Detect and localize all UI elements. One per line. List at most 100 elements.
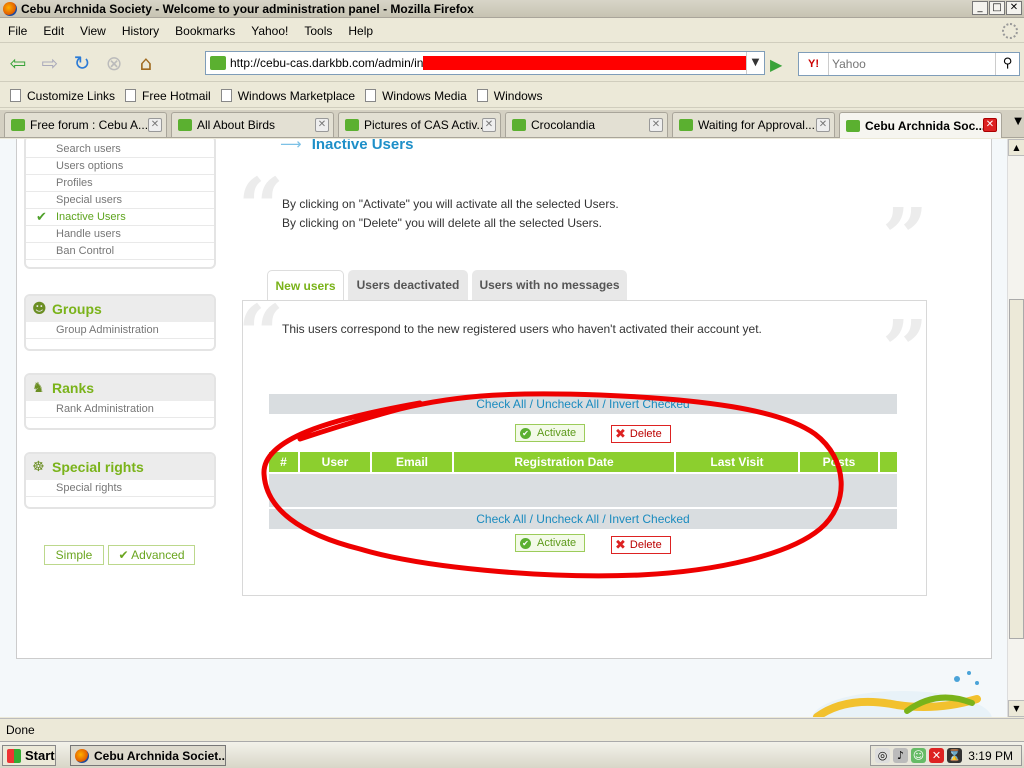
sidebar-groups-box: ☻ Groups Group Administration (24, 294, 216, 351)
tab-waiting-approval[interactable]: Waiting for Approval... ✕ (672, 112, 835, 137)
volume-icon[interactable]: ♪ (893, 748, 908, 763)
sidebar-item-handle-users[interactable]: Handle users (26, 226, 214, 243)
network-icon[interactable]: ◎ (875, 748, 890, 763)
check-circle-icon: ✔ (520, 427, 531, 439)
sidebar-item-users-options[interactable]: Users options (26, 158, 214, 175)
stop-icon: ⊗ (105, 50, 123, 75)
delete-button[interactable]: ✖ Delete (611, 536, 671, 554)
sidebar-special-rights-heading: ☸ Special rights (26, 454, 214, 480)
sidebar-item-search-users[interactable]: Search users (26, 141, 214, 158)
sidebar-item-inactive-users[interactable]: ✔ Inactive Users (26, 209, 214, 226)
menu-edit[interactable]: Edit (35, 24, 72, 38)
quote-open-icon: “ (238, 160, 285, 254)
check-all-link[interactable]: Check All (476, 397, 526, 411)
search-input[interactable] (829, 54, 995, 74)
bookmark-windows[interactable]: Windows (476, 89, 542, 103)
scroll-down-arrow-icon[interactable]: ▼ (1008, 700, 1024, 717)
check-all-link[interactable]: Check All (476, 512, 526, 526)
menu-tools[interactable]: Tools (296, 24, 340, 38)
sidebar-item-special-users[interactable]: Special users (26, 192, 214, 209)
page-icon (476, 89, 488, 102)
reload-button[interactable]: ↻ (68, 49, 96, 77)
simple-mode-button[interactable]: Simple (44, 545, 104, 565)
column-header-posts[interactable]: Posts (800, 452, 880, 472)
groups-icon: ☻ (32, 301, 47, 317)
bookmark-windows-media[interactable]: Windows Media (365, 89, 467, 103)
status-bar: Done (0, 718, 1024, 740)
status-text: Done (6, 723, 35, 737)
messenger-icon[interactable]: ☺ (911, 748, 926, 763)
menu-help[interactable]: Help (340, 24, 381, 38)
sidebar-item-rank-administration[interactable]: Rank Administration (26, 401, 214, 418)
stop-button[interactable]: ⊗ (100, 49, 128, 77)
tab-bar: Free forum : Cebu A... ✕ All About Birds… (0, 110, 1024, 138)
tab-close-icon[interactable]: ✕ (148, 118, 162, 132)
column-header-email[interactable]: Email (372, 452, 454, 472)
menu-yahoo[interactable]: Yahoo! (243, 24, 296, 38)
minimize-button[interactable]: _ (972, 1, 988, 15)
page-icon (10, 89, 21, 102)
bookmark-free-hotmail[interactable]: Free Hotmail (125, 89, 211, 103)
page-icon (220, 89, 232, 102)
column-header-number[interactable]: # (269, 452, 300, 472)
column-header-registration-date[interactable]: Registration Date (454, 452, 676, 472)
column-header-last-visit[interactable]: Last Visit (676, 452, 800, 472)
tab-close-icon[interactable]: ✕ (649, 118, 663, 132)
tab-close-icon[interactable]: ✕ (482, 118, 496, 132)
scroll-thumb[interactable] (1009, 299, 1024, 639)
tab-close-icon[interactable]: ✕ (315, 118, 329, 132)
activate-button[interactable]: ✔ Activate (515, 424, 586, 442)
url-dropdown-button[interactable]: ▼ (746, 52, 764, 74)
tab-cebu-archnida[interactable]: Cebu Archnida Soc... ✕ (839, 112, 1002, 138)
activate-button[interactable]: ✔ Activate (515, 534, 586, 552)
close-window-button[interactable]: ✕ (1006, 1, 1022, 15)
advanced-mode-button[interactable]: ✔ Advanced (108, 545, 195, 565)
uncheck-all-link[interactable]: Uncheck All (536, 512, 599, 526)
uncheck-all-link[interactable]: Uncheck All (536, 397, 599, 411)
tab-close-icon[interactable]: ✕ (816, 118, 830, 132)
intro-line-activate: By clicking on "Activate" you will activ… (282, 197, 619, 211)
sidebar-item-ban-control[interactable]: Ban Control (26, 243, 214, 260)
menu-view[interactable]: View (72, 24, 114, 38)
start-button[interactable]: Start (2, 745, 56, 766)
search-button[interactable]: ⚲ (995, 53, 1019, 75)
home-button[interactable]: ⌂ (132, 49, 160, 77)
sidebar-item-special-rights[interactable]: Special rights (26, 480, 214, 497)
tab-favicon-icon (178, 119, 192, 131)
tray-app-icon[interactable]: ⌛ (947, 748, 962, 763)
scroll-up-arrow-icon[interactable]: ▲ (1008, 139, 1024, 156)
tab-users-no-messages[interactable]: Users with no messages (472, 270, 627, 300)
go-button[interactable]: ▶ (770, 55, 782, 74)
url-text[interactable]: http://cebu-cas.darkbb.com/admin/inde (230, 56, 437, 70)
sidebar-item-profiles[interactable]: Profiles (26, 175, 214, 192)
sidebar-item-group-administration[interactable]: Group Administration (26, 322, 214, 339)
vertical-scrollbar[interactable]: ▲ ▼ (1007, 139, 1024, 717)
invert-checked-link[interactable]: Invert Checked (609, 397, 690, 411)
menu-file[interactable]: File (0, 24, 35, 38)
bookmark-customize-links[interactable]: Customize Links (10, 89, 115, 103)
tab-users-deactivated[interactable]: Users deactivated (348, 270, 468, 300)
bookmark-windows-marketplace[interactable]: Windows Marketplace (220, 89, 355, 103)
tab-list-button[interactable]: ▼ (1014, 116, 1022, 127)
search-engine-selector[interactable]: Y! (799, 53, 829, 75)
menu-bookmarks[interactable]: Bookmarks (167, 24, 243, 38)
sidebar-users-box: Search users Users options Profiles Spec… (24, 139, 216, 269)
back-button[interactable]: ⇦ (4, 49, 32, 77)
forward-button[interactable]: ⇨ (36, 49, 64, 77)
tab-pictures-cas[interactable]: Pictures of CAS Activ... ✕ (338, 112, 501, 137)
url-bar[interactable]: http://cebu-cas.darkbb.com/admin/inde ▼ (205, 51, 765, 75)
users-table-header: # User Email Registration Date Last Visi… (269, 452, 897, 472)
tab-close-icon[interactable]: ✕ (983, 118, 997, 132)
tab-crocolandia[interactable]: Crocolandia ✕ (505, 112, 668, 137)
maximize-button[interactable]: □ (989, 1, 1005, 15)
menu-history[interactable]: History (114, 24, 167, 38)
tab-free-forum[interactable]: Free forum : Cebu A... ✕ (4, 112, 167, 137)
delete-button[interactable]: ✖ Delete (611, 425, 671, 443)
column-header-user[interactable]: User (300, 452, 372, 472)
special-rights-icon: ☸ (32, 459, 45, 475)
tab-all-about-birds[interactable]: All About Birds ✕ (171, 112, 334, 137)
antivirus-icon[interactable]: ✕ (929, 748, 944, 763)
invert-checked-link[interactable]: Invert Checked (609, 512, 690, 526)
taskbar-firefox-window[interactable]: Cebu Archnida Societ... (70, 745, 226, 766)
forward-arrow-icon: ⇨ (41, 50, 59, 75)
